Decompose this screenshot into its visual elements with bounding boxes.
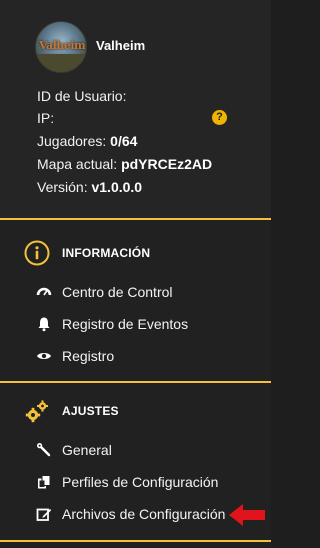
section-settings-header: AJUSTES <box>24 396 119 426</box>
nav-item-label: General <box>62 442 112 458</box>
section-settings-title: AJUSTES <box>62 404 119 418</box>
logo-wordmark: Valheim <box>39 39 86 52</box>
ip-line: IP: <box>37 110 54 126</box>
ip-label: IP: <box>37 110 55 126</box>
section-info-title: INFORMACIÓN <box>62 246 151 260</box>
info-circle-icon <box>24 240 50 266</box>
map-value: pdYRCEz2AD <box>121 156 213 172</box>
annotation-arrow-icon <box>229 504 265 526</box>
nav-item-label: Perfiles de Configuración <box>62 474 219 490</box>
server-sidebar: Valheim Valheim ID de Usuario: IP: ? Jug… <box>0 0 271 548</box>
divider <box>0 218 271 220</box>
nav-item-label: Registro de Eventos <box>62 316 189 332</box>
nav-item-general[interactable]: General <box>36 439 112 461</box>
eye-icon <box>36 348 52 364</box>
logo-ground <box>36 54 86 72</box>
section-info-header: INFORMACIÓN <box>24 238 150 268</box>
server-name: Valheim <box>96 38 146 53</box>
question-circle-icon[interactable]: ? <box>212 110 227 125</box>
map-line: Mapa actual: pdYRCEz2AD <box>37 156 212 172</box>
nav-item-label: Archivos de Configuración <box>62 506 226 522</box>
players-value: 0/64 <box>110 133 138 149</box>
map-label: Mapa actual: <box>37 156 118 172</box>
version-label: Versión: <box>37 179 88 195</box>
version-line: Versión: v1.0.0.0 <box>37 179 142 195</box>
players-label: Jugadores: <box>37 133 107 149</box>
nav-item-event-log[interactable]: Registro de Eventos <box>36 313 188 335</box>
server-info-card: Valheim Valheim ID de Usuario: IP: ? Jug… <box>0 0 271 218</box>
nav-item-label: Centro de Control <box>62 284 173 300</box>
players-line: Jugadores: 0/64 <box>37 133 137 149</box>
divider <box>0 381 271 383</box>
gears-icon <box>24 398 50 424</box>
user-id-line: ID de Usuario: <box>37 88 126 104</box>
wrench-icon <box>36 442 52 458</box>
edit-icon <box>36 506 52 522</box>
dashboard-gauge-icon <box>36 284 52 300</box>
server-logo: Valheim <box>35 21 87 73</box>
nav-item-label: Registro <box>62 348 115 364</box>
version-value: v1.0.0.0 <box>91 179 143 195</box>
nav-item-config-files[interactable]: Archivos de Configuración <box>36 503 225 525</box>
nav-item-log[interactable]: Registro <box>36 345 114 367</box>
bell-icon <box>36 316 52 332</box>
divider <box>0 540 271 542</box>
user-id-label: ID de Usuario: <box>37 88 127 104</box>
nav-item-config-profiles[interactable]: Perfiles de Configuración <box>36 471 218 493</box>
copy-files-icon <box>36 474 52 490</box>
nav-item-control-center[interactable]: Centro de Control <box>36 281 173 303</box>
